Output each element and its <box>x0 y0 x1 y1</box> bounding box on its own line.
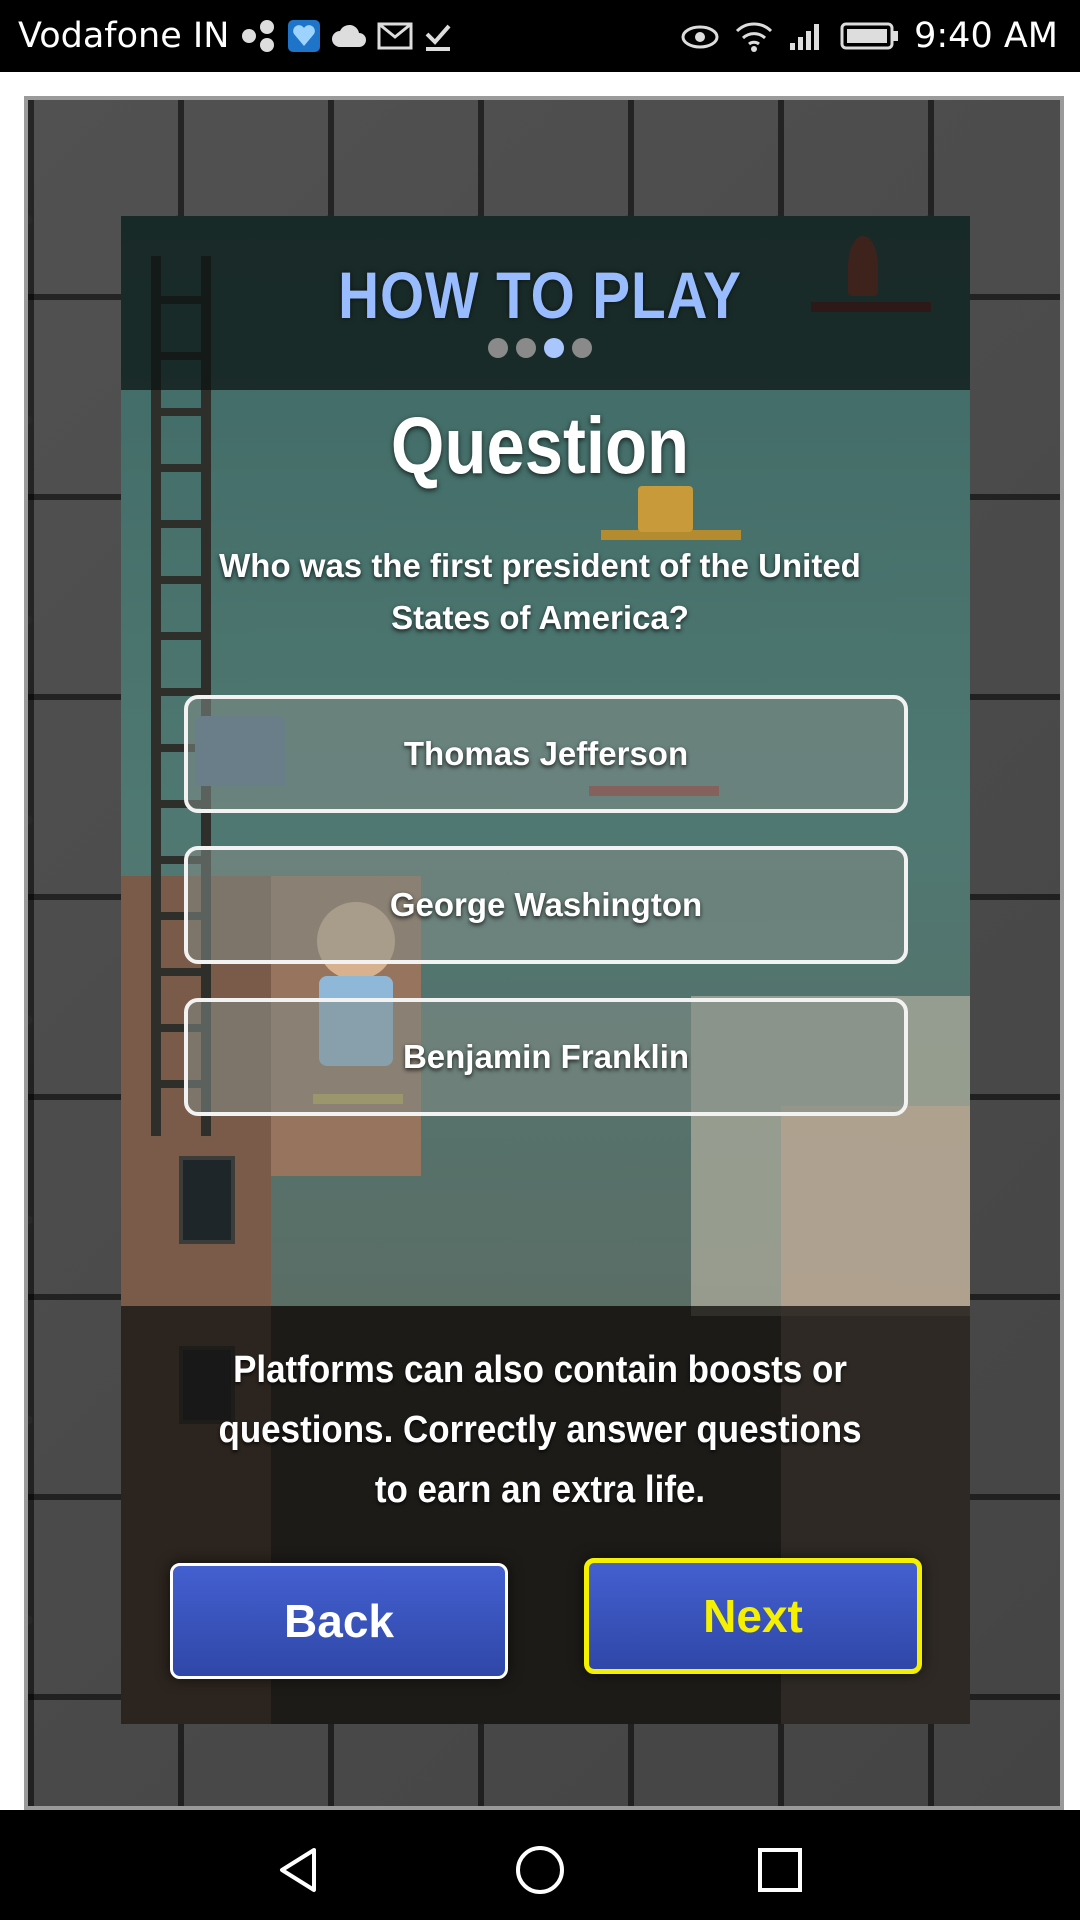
page-dot-4 <box>572 338 592 358</box>
question-text: Who was the first president of the Unite… <box>219 547 861 636</box>
answer-option[interactable]: Thomas Jefferson <box>184 695 908 813</box>
eye-icon <box>680 21 720 51</box>
answer-option[interactable]: Benjamin Franklin <box>184 998 908 1116</box>
carrier-name: Vodafone IN <box>18 16 230 56</box>
share-network-icon <box>239 19 277 53</box>
wifi-icon <box>734 19 774 53</box>
page-indicator <box>0 338 1080 358</box>
page-dot-2 <box>516 338 536 358</box>
health-app-icon <box>287 19 321 53</box>
back-button[interactable]: Back <box>170 1563 508 1679</box>
home-circle-icon[interactable] <box>508 1838 572 1902</box>
instructions-text: Platforms can also contain boosts or que… <box>218 1349 862 1511</box>
back-triangle-icon[interactable] <box>266 1838 330 1902</box>
mail-icon <box>377 21 413 51</box>
download-done-icon <box>423 20 453 52</box>
clock: 9:40 AM <box>914 16 1058 56</box>
question-heading: Question <box>390 401 690 490</box>
battery-icon <box>840 21 900 51</box>
page-title: HOW TO PLAY <box>338 258 742 332</box>
cloud-icon <box>331 23 367 49</box>
next-button[interactable]: Next <box>584 1558 922 1674</box>
status-bar: Vodafone IN 9:40 AM <box>0 0 1080 72</box>
page-dot-1 <box>488 338 508 358</box>
signal-icon <box>788 21 826 51</box>
page-dot-3-current <box>544 338 564 358</box>
answer-option[interactable]: George Washington <box>184 846 908 964</box>
recents-square-icon[interactable] <box>748 1838 812 1902</box>
